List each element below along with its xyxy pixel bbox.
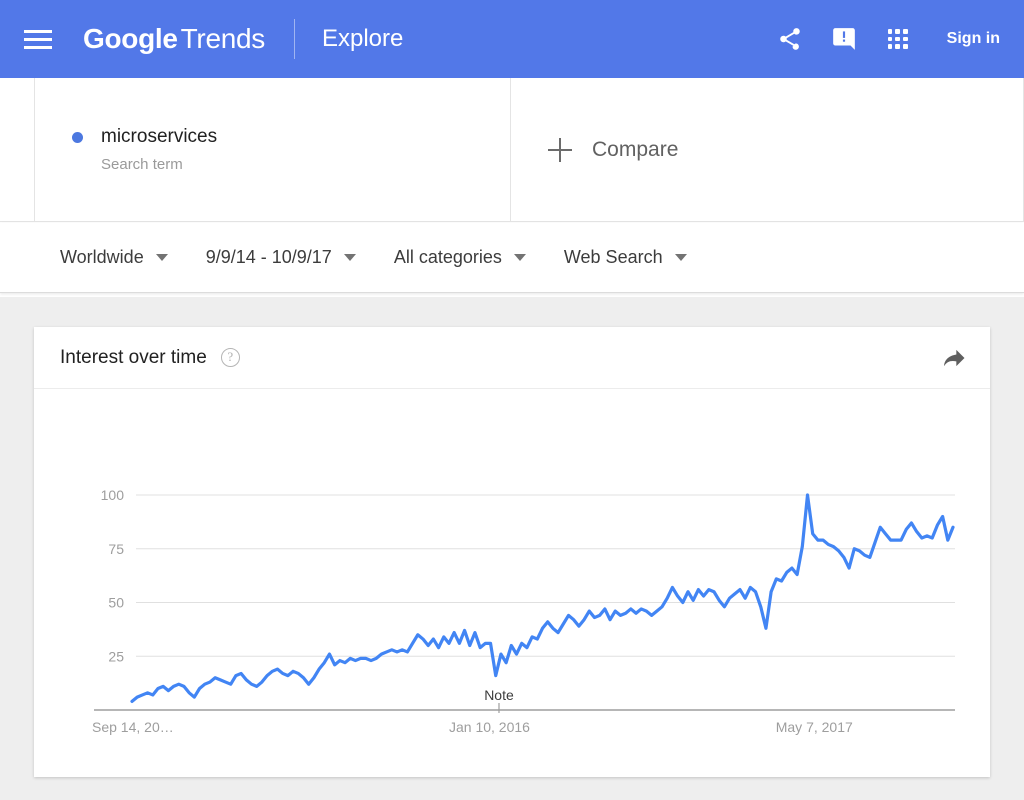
app-bar: Google Trends Explore Sign in [0, 0, 1024, 78]
card-header: Interest over time ? [34, 327, 990, 389]
share-icon[interactable] [775, 24, 805, 54]
help-circle-icon[interactable]: ? [220, 348, 240, 367]
chart-x-axis-labels: Sep 14, 20… Jan 10, 2016 May 7, 2017 [92, 719, 853, 735]
apps-dot [895, 29, 900, 34]
card-title: Interest over time [60, 346, 207, 368]
filter-category[interactable]: All categories [394, 247, 526, 268]
apps-dot [903, 36, 908, 42]
chart-note-label[interactable]: Note [484, 687, 514, 703]
filter-date-range-label: 9/9/14 - 10/9/17 [205, 247, 332, 267]
y-axis-tick-label: 100 [101, 487, 125, 503]
apps-dot [895, 36, 900, 42]
search-term-type: Search term [101, 156, 183, 173]
apps-dot [903, 29, 908, 34]
sign-in-button[interactable]: Sign in [947, 30, 1000, 48]
chevron-down-icon [674, 254, 687, 261]
brand-logo[interactable]: Google Trends [83, 23, 265, 55]
compare-label: Compare [592, 137, 679, 161]
hamburger-menu-icon[interactable] [24, 26, 54, 52]
search-term-line: microservices [72, 126, 510, 148]
feedback-icon-svg [832, 28, 855, 50]
menu-line [24, 37, 52, 41]
chart-gridlines [136, 494, 955, 657]
app-bar-divider [293, 19, 295, 59]
interest-over-time-chart: 25 50 75 100 Sep 14, 20… Jan 10, 2016 May 7, … [92, 487, 955, 735]
x-axis-tick-label: May 7, 2017 [776, 719, 853, 735]
filter-search-type[interactable]: Web Search [564, 247, 687, 268]
x-axis-tick-label: Sep 14, 20… [92, 719, 174, 735]
apps-grid-shape [887, 29, 908, 49]
chart-data-line [130, 493, 955, 703]
apps-dot [903, 44, 908, 49]
share-icon-svg [779, 28, 800, 50]
apps-dot [887, 44, 893, 49]
query-row: microservices Search term Compare [0, 78, 1024, 222]
chart-annotations: Note [484, 687, 514, 713]
apps-dot [895, 44, 900, 49]
apps-grid-icon[interactable] [883, 24, 913, 54]
filter-date-range[interactable]: 9/9/14 - 10/9/17 [206, 247, 356, 268]
chevron-down-icon [513, 254, 526, 261]
filter-bar: Worldwide 9/9/14 - 10/9/17 All categorie… [0, 223, 1024, 293]
filter-category-label: All categories [393, 247, 502, 267]
explore-section-label[interactable]: Explore [322, 25, 403, 53]
share-forward-icon[interactable] [940, 344, 968, 372]
series-color-dot [72, 131, 83, 143]
feedback-icon[interactable] [829, 24, 859, 54]
x-axis-tick-label: Jan 10, 2016 [449, 719, 530, 735]
filter-location-label: Worldwide [60, 247, 144, 267]
app-bar-actions: Sign in [775, 24, 1000, 54]
filter-location[interactable]: Worldwide [60, 247, 168, 268]
chevron-down-icon [155, 254, 168, 261]
interest-over-time-card: Interest over time ? 25 50 75 100 Sep 14, 2… [34, 327, 990, 777]
y-axis-tick-label: 25 [108, 648, 124, 664]
search-term-text: microservices [101, 126, 218, 147]
y-axis-tick-label: 75 [108, 541, 124, 557]
chevron-down-icon [343, 254, 356, 261]
share-forward-icon-svg [944, 349, 965, 366]
plus-icon [548, 137, 572, 162]
menu-line [24, 45, 52, 49]
search-term-card[interactable]: microservices Search term [34, 78, 511, 221]
chart-container[interactable]: 25 50 75 100 Sep 14, 20… Jan 10, 2016 May 7, … [34, 389, 990, 776]
menu-line [24, 29, 52, 33]
y-axis-tick-label: 50 [108, 595, 124, 611]
chart-y-axis-labels: 25 50 75 100 [101, 487, 125, 664]
apps-dot [887, 29, 893, 34]
brand-trends-text: Trends [180, 23, 266, 54]
compare-button[interactable]: Compare [511, 78, 1024, 221]
google-trends-page: Google Trends Explore Sign in microservi… [0, 0, 1024, 800]
filter-search-type-label: Web Search [563, 247, 663, 267]
brand-google-text: Google [83, 23, 178, 54]
apps-dot [887, 36, 893, 42]
page-body: Interest over time ? 25 50 75 100 Sep 14, 2… [0, 297, 1024, 800]
